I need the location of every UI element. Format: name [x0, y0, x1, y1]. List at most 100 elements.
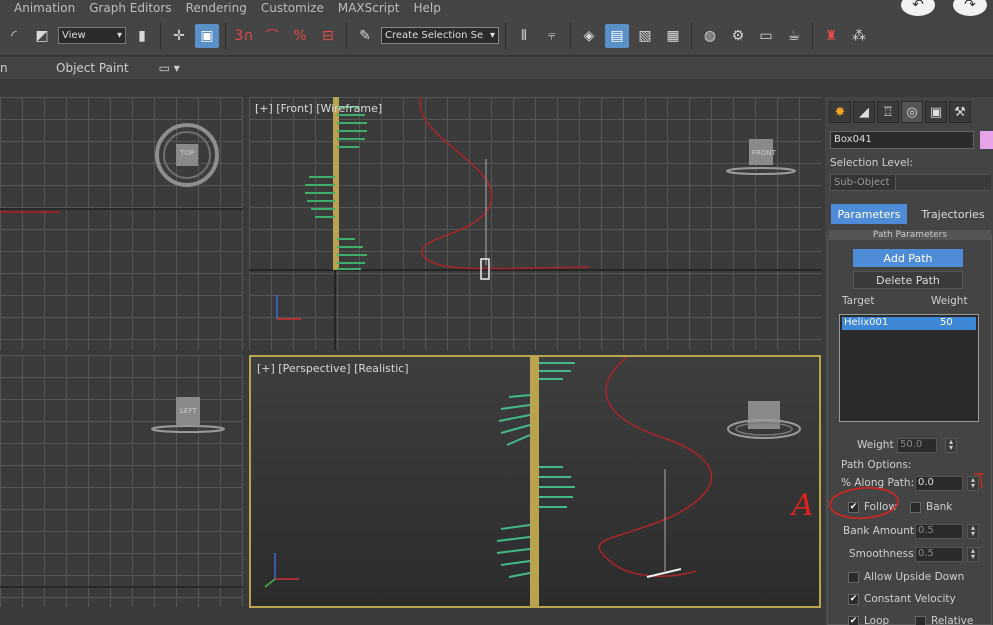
menu-graph-editors[interactable]: Graph Editors: [89, 1, 171, 15]
select-region-icon[interactable]: ◩: [30, 24, 54, 48]
modify-tab-icon[interactable]: ◢: [853, 101, 875, 123]
display-tab-icon[interactable]: ▣: [925, 101, 947, 123]
viewcube-front-label: FRONT: [752, 149, 776, 157]
viewport-left-canvas: [0, 397, 243, 588]
parameters-tab-label: Parameters: [837, 207, 901, 221]
view-dropdown-value: View: [62, 30, 86, 41]
viewport-top-canvas: [0, 123, 243, 213]
sub-object-select[interactable]: [895, 175, 991, 190]
follow-checkbox[interactable]: ✔: [848, 502, 859, 513]
menu-maxscript[interactable]: MAXScript: [338, 1, 400, 15]
scene-explorer-icon[interactable]: ⁂: [847, 24, 871, 48]
percent-snap-icon[interactable]: %: [288, 24, 312, 48]
select-object-icon[interactable]: ◜: [2, 24, 26, 48]
undo-icon[interactable]: ↶: [901, 0, 935, 16]
add-path-label: Add Path: [883, 251, 933, 265]
viewport-left[interactable]: LEFT: [0, 355, 243, 607]
target-header: Target: [842, 295, 875, 307]
selection-set-value: Create Selection Se: [385, 30, 484, 41]
target-list[interactable]: Helix001 50: [839, 314, 979, 422]
viewport-front[interactable]: [+] [Front] [Wireframe] FRONT: [249, 97, 821, 350]
viewport-perspective[interactable]: [+] [Perspective] [Realistic]: [249, 355, 821, 608]
curve-editor-icon[interactable]: ▧: [633, 24, 657, 48]
rendered-frame-icon[interactable]: ▭: [754, 24, 778, 48]
named-selection-dropdown[interactable]: Create Selection Se ▾: [381, 27, 499, 44]
ribbon-options-icon[interactable]: ▭ ▾: [159, 61, 180, 75]
along-path-field[interactable]: 0.0: [915, 476, 963, 491]
viewport-front-canvas: [249, 97, 821, 350]
delete-path-button[interactable]: Delete Path: [853, 271, 963, 289]
weight-spinner-icon[interactable]: ▴ ▾: [945, 438, 957, 453]
render-teapot-icon[interactable]: ☕: [782, 24, 806, 48]
ribbon-tab-fragment[interactable]: n: [0, 61, 56, 75]
viewport-top-gap: [0, 79, 993, 97]
create-tab-icon[interactable]: ✸: [829, 101, 851, 123]
constant-velocity-checkbox[interactable]: ✔: [848, 594, 859, 605]
object-color-swatch[interactable]: [980, 131, 993, 149]
target-weight: 50: [940, 317, 953, 328]
viewcube-left-label: LEFT: [180, 407, 197, 415]
material-editor-icon[interactable]: ◍: [698, 24, 722, 48]
loop-checkbox[interactable]: ✔: [848, 616, 859, 625]
snaps-toggle-icon[interactable]: 3 ∩: [232, 24, 256, 48]
bank-label: Bank: [926, 501, 953, 513]
viewport-perspective-canvas: [264, 357, 801, 606]
smoothness-label: Smoothness:: [849, 548, 918, 560]
angle-snap-icon[interactable]: ⌒: [260, 24, 284, 48]
weight-field[interactable]: 50.0: [897, 438, 937, 453]
smoothness-field[interactable]: 0.5: [915, 547, 963, 562]
delete-path-label: Delete Path: [876, 273, 940, 287]
relative-checkbox[interactable]: [915, 616, 926, 625]
menu-customize[interactable]: Customize: [261, 1, 324, 15]
allow-upside-down-checkbox[interactable]: [848, 572, 859, 583]
ribbon-tab-object-paint[interactable]: Object Paint: [56, 61, 129, 75]
utilities-tab-icon[interactable]: ⚒: [949, 101, 971, 123]
rollout-title[interactable]: Path Parameters: [829, 230, 991, 240]
smoothness-spinner-icon[interactable]: ▴ ▾: [967, 547, 979, 562]
menu-rendering[interactable]: Rendering: [186, 1, 247, 15]
schematic-view-icon[interactable]: ▦: [661, 24, 685, 48]
select-manipulate-icon[interactable]: ▣: [195, 23, 219, 48]
trajectories-tab[interactable]: Trajectories: [913, 204, 993, 224]
ribbon-bar: n Object Paint ▭ ▾: [0, 57, 993, 79]
weight-label: Weight: [857, 439, 894, 451]
sub-object-dropdown[interactable]: Sub-Object: [830, 174, 991, 191]
bank-checkbox[interactable]: [910, 502, 921, 513]
viewcube-top-label: TOP: [180, 149, 195, 157]
reference-coordinate-dropdown[interactable]: View ▾: [58, 27, 126, 44]
follow-label: Follow: [864, 501, 897, 513]
redo-icon[interactable]: ↷: [953, 0, 987, 16]
populate-icon[interactable]: ♜: [819, 24, 843, 48]
path-parameters-rollout: [827, 235, 992, 625]
hierarchy-tab-icon[interactable]: ♖: [877, 101, 899, 123]
front-viewport-label[interactable]: [+] [Front] [Wireframe]: [255, 102, 382, 115]
target-row[interactable]: Helix001 50: [842, 317, 976, 330]
trajectories-tab-label: Trajectories: [921, 207, 985, 221]
ribbon-toggle-icon[interactable]: ▤: [605, 23, 629, 48]
object-name-field[interactable]: Box041: [830, 131, 974, 149]
viewport-top[interactable]: TOP: [0, 97, 243, 350]
render-setup-icon[interactable]: ⚙: [726, 24, 750, 48]
mirror-icon[interactable]: ⫴: [512, 24, 536, 48]
perspective-viewport-label[interactable]: [+] [Perspective] [Realistic]: [257, 362, 409, 375]
along-path-spinner-icon[interactable]: ▴ ▾: [967, 476, 979, 491]
move-icon[interactable]: ✛: [167, 24, 191, 48]
weight-header: Weight: [931, 295, 968, 307]
along-path-label: % Along Path:: [841, 477, 915, 489]
menu-animation[interactable]: Animation: [14, 1, 75, 15]
bank-amount-spinner-icon[interactable]: ▴ ▾: [967, 524, 979, 539]
align-icon[interactable]: ⫧: [540, 24, 564, 48]
menu-help[interactable]: Help: [413, 1, 440, 15]
pivot-center-icon[interactable]: ▮: [130, 24, 154, 48]
motion-tab-icon[interactable]: ◎: [901, 101, 923, 123]
path-options-label: Path Options:: [841, 459, 912, 471]
bank-amount-label: Bank Amount:: [843, 525, 918, 537]
parameters-tab[interactable]: Parameters: [831, 204, 907, 224]
relative-label: Relative: [931, 615, 974, 625]
add-path-button[interactable]: Add Path: [853, 249, 963, 267]
spinner-snap-icon[interactable]: ⊟: [316, 24, 340, 48]
edit-named-selection-icon[interactable]: ✎: [353, 24, 377, 48]
bank-amount-field[interactable]: 0.5: [915, 524, 963, 539]
command-panel-tabs: ✸ ◢ ♖ ◎ ▣ ⚒: [829, 101, 971, 123]
layer-manager-icon[interactable]: ◈: [577, 24, 601, 48]
